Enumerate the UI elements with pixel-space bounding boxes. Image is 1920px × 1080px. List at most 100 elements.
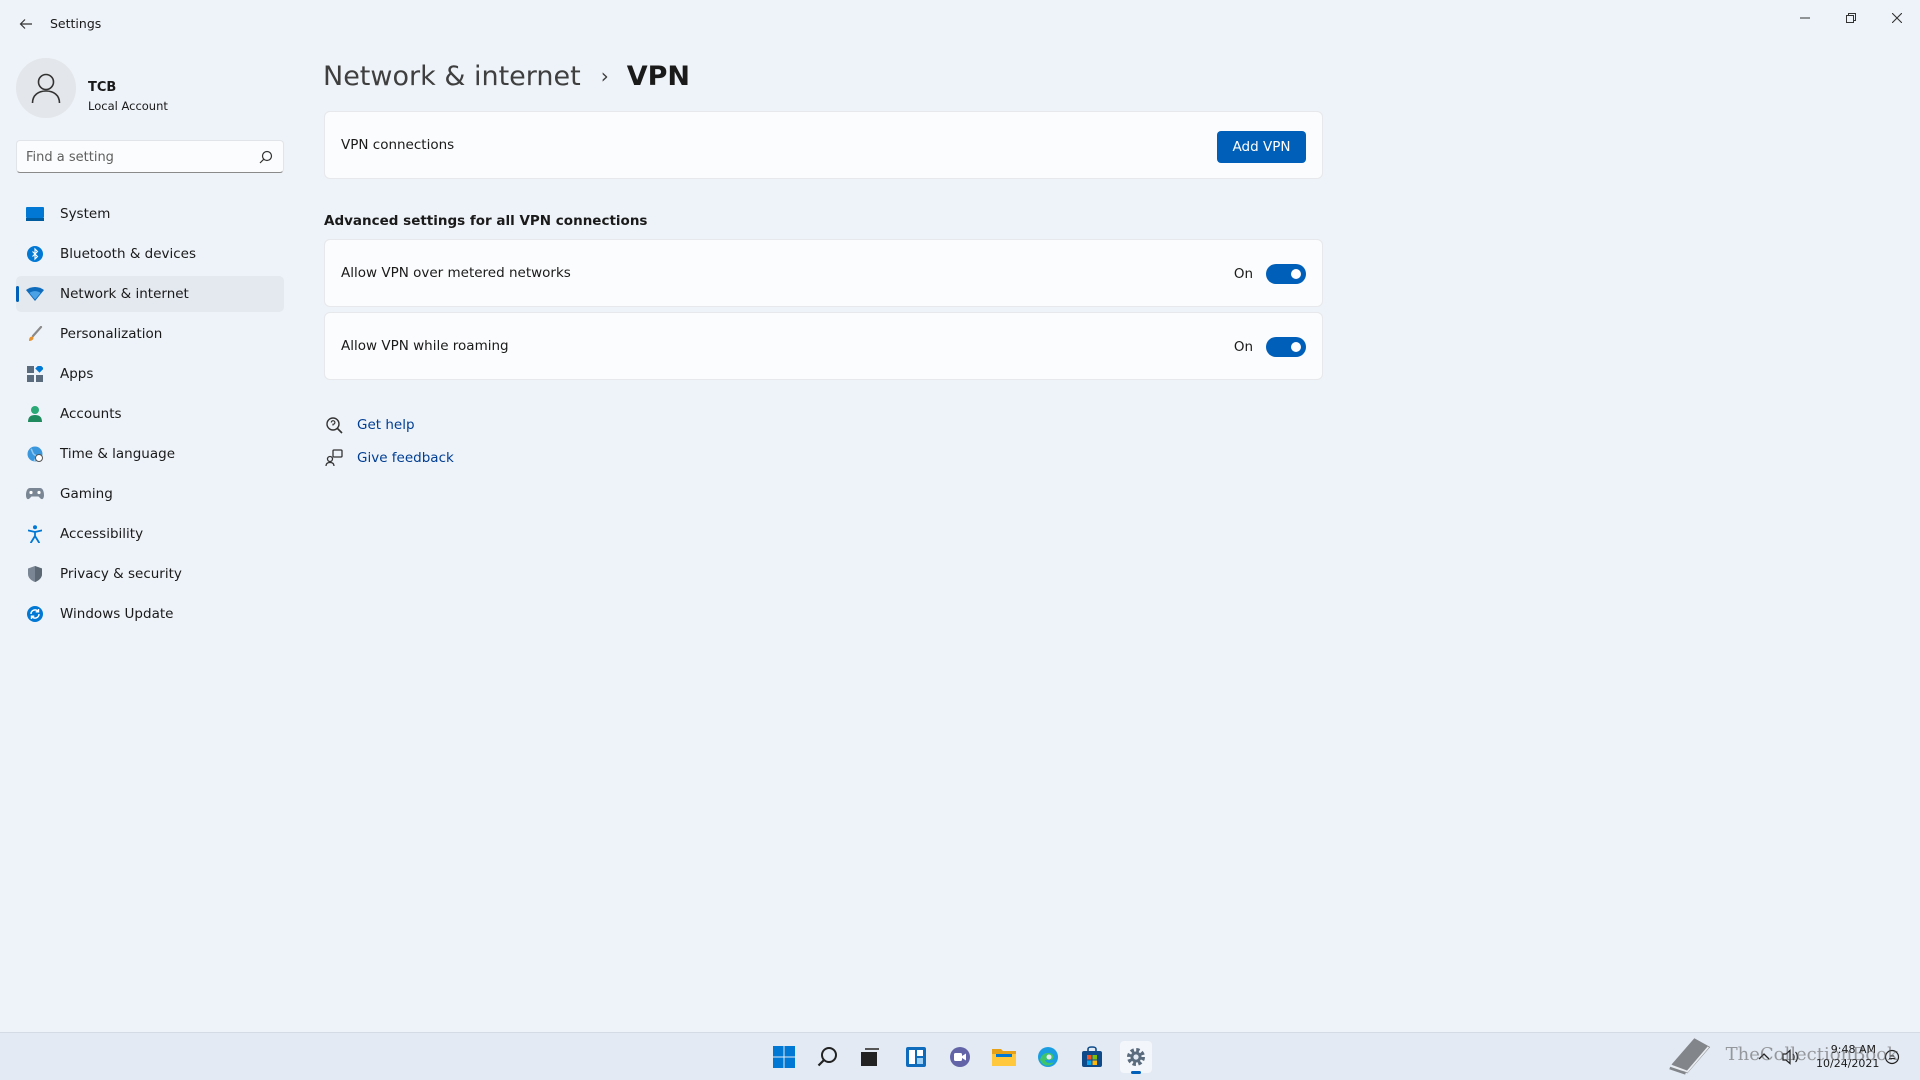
user-profile[interactable]: TCB Local Account bbox=[16, 58, 296, 118]
sidebar-item-personalization[interactable]: Personalization bbox=[16, 316, 284, 352]
accessibility-icon bbox=[26, 525, 44, 543]
store-button[interactable] bbox=[1076, 1041, 1108, 1073]
back-button[interactable] bbox=[12, 10, 40, 38]
sidebar-item-accessibility[interactable]: Accessibility bbox=[16, 516, 284, 552]
update-icon bbox=[26, 605, 44, 623]
toggle-knob bbox=[1291, 269, 1301, 279]
sidebar-item-label: Network & internet bbox=[60, 286, 189, 302]
widgets-icon bbox=[906, 1047, 926, 1067]
taskbar-search-button[interactable] bbox=[812, 1041, 844, 1073]
store-icon bbox=[1082, 1046, 1102, 1067]
vpn-connections-card: VPN connections Add VPN bbox=[324, 111, 1323, 179]
get-help-label: Get help bbox=[357, 417, 415, 433]
breadcrumb: Network & internet › VPN bbox=[323, 56, 690, 96]
back-arrow-icon bbox=[19, 19, 32, 29]
metered-networks-label: Allow VPN over metered networks bbox=[341, 265, 571, 281]
watermark-text: TheCollectionBook bbox=[1725, 1043, 1898, 1065]
settings-icon bbox=[1127, 1048, 1145, 1066]
roaming-label: Allow VPN while roaming bbox=[341, 338, 509, 354]
close-icon bbox=[1892, 13, 1902, 23]
search-icon[interactable] bbox=[259, 150, 273, 164]
minimize-icon bbox=[1800, 17, 1810, 19]
advanced-settings-heading: Advanced settings for all VPN connection… bbox=[324, 213, 648, 229]
toggle-state-label: On bbox=[1233, 339, 1253, 355]
roaming-setting: Allow VPN while roaming On bbox=[324, 312, 1323, 380]
apps-icon bbox=[26, 365, 44, 383]
book-logo-icon bbox=[1669, 1038, 1711, 1075]
give-feedback-label: Give feedback bbox=[357, 450, 454, 466]
edge-icon bbox=[1038, 1047, 1058, 1067]
minimize-button[interactable] bbox=[1782, 4, 1828, 32]
restore-icon bbox=[1846, 13, 1856, 23]
chat-button[interactable] bbox=[944, 1041, 976, 1073]
get-help-link[interactable]: Get help bbox=[324, 413, 415, 437]
network-icon bbox=[26, 285, 44, 303]
search-box bbox=[16, 140, 284, 173]
sidebar: TCB Local Account System Bluetooth & dev… bbox=[0, 48, 300, 1028]
globe-icon bbox=[26, 445, 44, 463]
profile-name: TCB bbox=[88, 80, 117, 95]
gamepad-icon bbox=[26, 485, 44, 503]
breadcrumb-chevron-icon: › bbox=[600, 64, 609, 88]
sidebar-item-label: Gaming bbox=[60, 486, 113, 502]
bluetooth-icon bbox=[26, 245, 44, 263]
feedback-icon bbox=[324, 448, 344, 468]
sidebar-item-label: Accessibility bbox=[60, 526, 144, 542]
restore-button[interactable] bbox=[1828, 4, 1874, 32]
roaming-toggle-group: On bbox=[1234, 336, 1306, 358]
user-icon bbox=[31, 73, 61, 104]
start-button[interactable] bbox=[768, 1041, 800, 1073]
system-icon bbox=[26, 205, 44, 223]
app-title: Settings bbox=[50, 16, 102, 31]
metered-networks-toggle[interactable] bbox=[1266, 264, 1306, 284]
accounts-icon bbox=[26, 405, 44, 423]
sidebar-item-bluetooth[interactable]: Bluetooth & devices bbox=[16, 236, 284, 272]
sidebar-item-label: Personalization bbox=[60, 326, 163, 342]
taskbar: 9:48 AM 10/24/2021 bbox=[0, 1032, 1920, 1080]
add-vpn-button[interactable]: Add VPN bbox=[1217, 131, 1306, 163]
sidebar-item-accounts[interactable]: Accounts bbox=[16, 396, 284, 432]
sidebar-item-windows-update[interactable]: Windows Update bbox=[16, 596, 284, 632]
roaming-toggle[interactable] bbox=[1266, 337, 1306, 357]
help-icon bbox=[324, 415, 344, 435]
task-view-icon bbox=[861, 1048, 879, 1066]
sidebar-item-label: Windows Update bbox=[60, 606, 174, 622]
page-title: VPN bbox=[626, 60, 690, 92]
sidebar-item-network[interactable]: Network & internet bbox=[16, 276, 284, 312]
sidebar-item-label: Bluetooth & devices bbox=[60, 246, 197, 262]
sidebar-item-label: Apps bbox=[60, 366, 94, 382]
shield-icon bbox=[26, 565, 44, 583]
task-view-button[interactable] bbox=[854, 1041, 886, 1073]
sidebar-item-label: Accounts bbox=[60, 406, 122, 422]
toggle-knob bbox=[1291, 342, 1301, 352]
widgets-button[interactable] bbox=[900, 1041, 932, 1073]
close-button[interactable] bbox=[1874, 4, 1920, 32]
start-icon bbox=[773, 1046, 795, 1068]
profile-account-type: Local Account bbox=[88, 99, 168, 113]
avatar bbox=[16, 58, 76, 118]
give-feedback-link[interactable]: Give feedback bbox=[324, 446, 454, 470]
search-input[interactable] bbox=[26, 147, 246, 167]
sidebar-item-label: Privacy & security bbox=[60, 566, 182, 582]
brush-icon bbox=[26, 325, 44, 343]
toggle-state-label: On bbox=[1233, 266, 1253, 282]
title-bar: Settings bbox=[0, 0, 1920, 48]
edge-button[interactable] bbox=[1032, 1041, 1064, 1073]
sidebar-item-privacy-security[interactable]: Privacy & security bbox=[16, 556, 284, 592]
sidebar-item-gaming[interactable]: Gaming bbox=[16, 476, 284, 512]
settings-button[interactable] bbox=[1120, 1041, 1152, 1074]
sidebar-item-label: Time & language bbox=[60, 446, 176, 462]
file-explorer-button[interactable] bbox=[988, 1041, 1020, 1073]
breadcrumb-parent-link[interactable]: Network & internet bbox=[323, 61, 581, 92]
sidebar-item-system[interactable]: System bbox=[16, 196, 284, 232]
chat-icon bbox=[950, 1047, 970, 1067]
nav-list: System Bluetooth & devices Network & int… bbox=[16, 196, 284, 636]
watermark: TheCollectionBook bbox=[1668, 1028, 1898, 1080]
search-icon bbox=[817, 1047, 837, 1067]
metered-networks-setting: Allow VPN over metered networks On bbox=[324, 239, 1323, 307]
vpn-connections-label: VPN connections bbox=[341, 137, 455, 153]
file-explorer-icon bbox=[992, 1049, 1016, 1066]
metered-networks-toggle-group: On bbox=[1234, 263, 1306, 285]
sidebar-item-time-language[interactable]: Time & language bbox=[16, 436, 284, 472]
sidebar-item-apps[interactable]: Apps bbox=[16, 356, 284, 392]
